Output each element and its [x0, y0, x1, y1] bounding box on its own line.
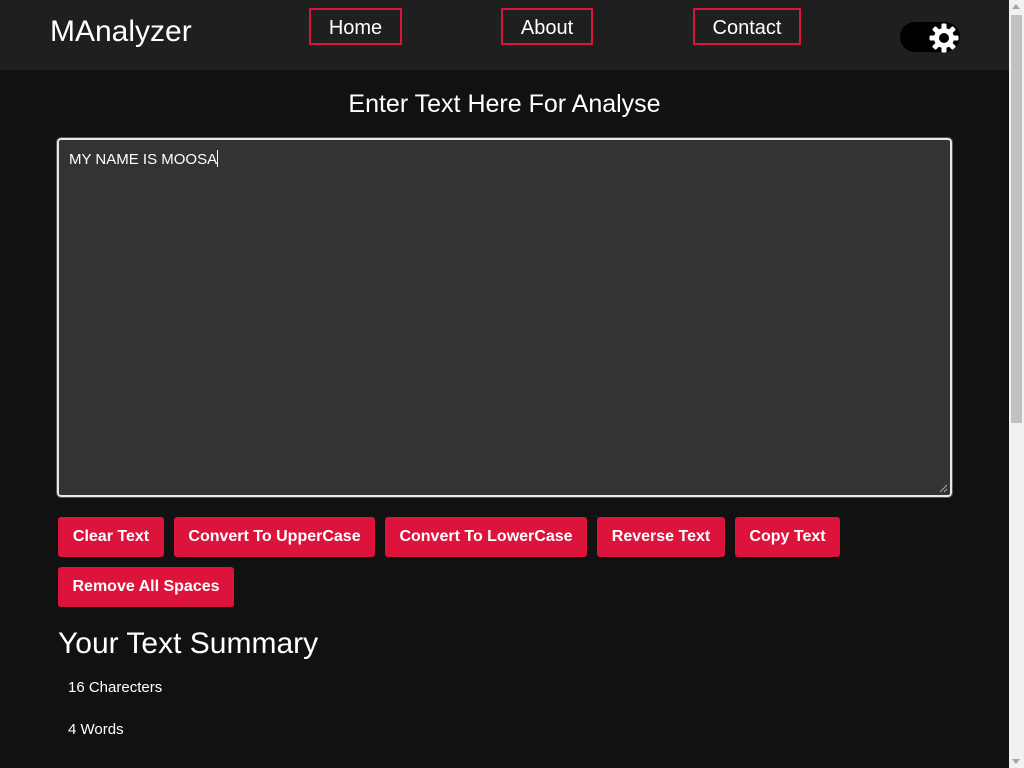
copy-text-button[interactable]: Copy Text [735, 517, 840, 557]
clear-text-button[interactable]: Clear Text [58, 517, 164, 557]
word-count: 4 Words [68, 721, 124, 738]
text-caret [217, 150, 219, 167]
scroll-thumb[interactable] [1011, 15, 1022, 423]
resize-grip-icon[interactable] [938, 483, 948, 493]
nav-about-link[interactable]: About [501, 8, 593, 45]
reverse-text-button[interactable]: Reverse Text [597, 517, 725, 557]
remove-spaces-button[interactable]: Remove All Spaces [58, 567, 234, 607]
uppercase-button[interactable]: Convert To UpperCase [174, 517, 375, 557]
navbar: MAnalyzer Home About Contact [0, 0, 1009, 70]
page-heading: Enter Text Here For Analyse [348, 90, 661, 118]
character-count: 16 Charecters [68, 679, 163, 696]
scroll-up-arrow-icon[interactable] [1012, 4, 1020, 9]
lowercase-button[interactable]: Convert To LowerCase [385, 517, 587, 557]
summary-title: Your Text Summary [58, 627, 319, 660]
theme-toggle[interactable] [900, 22, 960, 53]
page: MAnalyzer Home About Contact Enter Text … [0, 0, 1009, 768]
page-scrollbar[interactable] [1009, 0, 1024, 768]
gear-icon [929, 23, 959, 53]
textarea-value: MY NAME IS MOOSA [69, 151, 218, 168]
brand-logo[interactable]: MAnalyzer [50, 14, 192, 50]
nav-contact-link[interactable]: Contact [693, 8, 801, 45]
text-input-area[interactable]: MY NAME IS MOOSA [56, 137, 953, 498]
nav-home-link[interactable]: Home [309, 8, 402, 45]
scroll-down-arrow-icon[interactable] [1012, 759, 1020, 764]
